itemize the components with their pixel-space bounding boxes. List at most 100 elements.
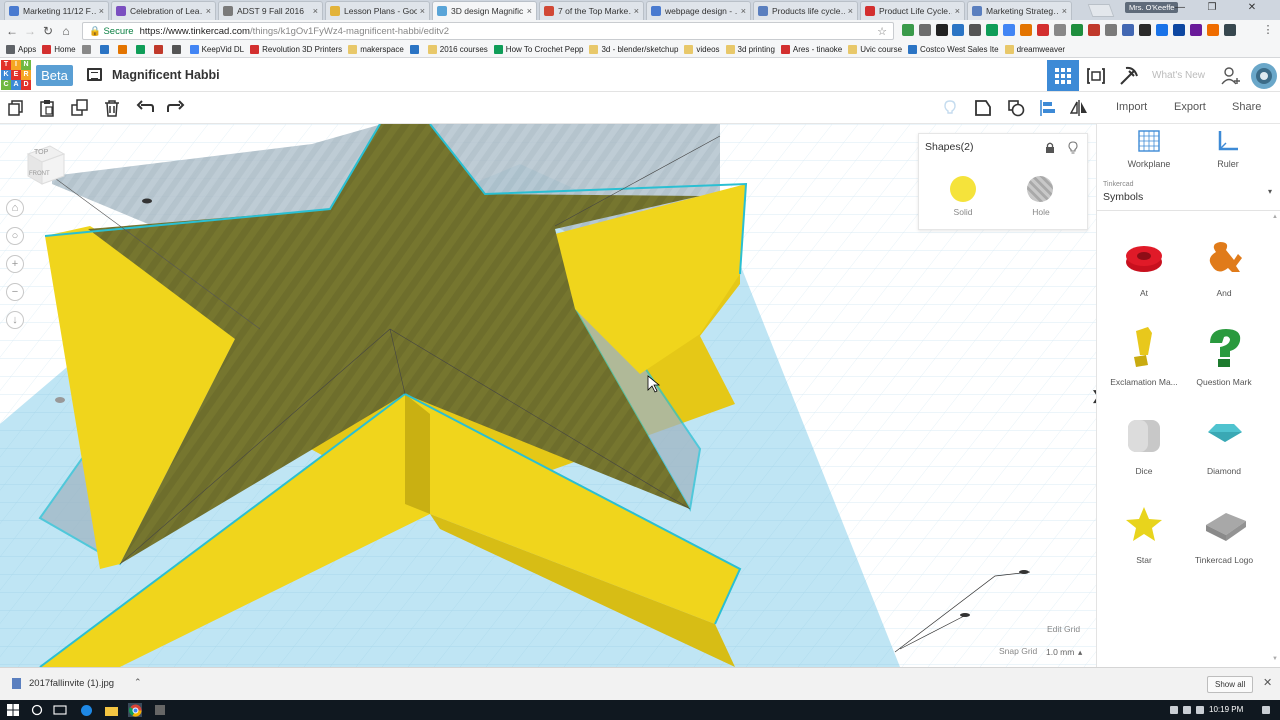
extension-icon[interactable] [919, 24, 931, 36]
snap-grid-arrow-icon[interactable]: ▴ [1078, 647, 1082, 658]
whats-new-link[interactable]: What's New [1152, 70, 1205, 81]
tab-close-icon[interactable]: × [741, 6, 746, 16]
shape-logo[interactable]: Tinkercad Logo [1182, 503, 1266, 565]
share-button[interactable]: Share [1232, 101, 1261, 113]
browser-tab[interactable]: 7 of the Top Marke… × [539, 1, 644, 20]
extension-icon[interactable] [952, 24, 964, 36]
bookmark-item[interactable] [117, 45, 130, 54]
avatar[interactable] [1248, 60, 1280, 91]
design-title[interactable]: Magnificent Habbi [112, 68, 220, 82]
close-download-bar-button[interactable]: ✕ [1263, 676, 1272, 689]
note-button[interactable] [940, 98, 960, 118]
bookmark-item[interactable]: Apps [6, 45, 36, 54]
bookmark-star-icon[interactable]: ☆ [877, 25, 887, 38]
tab-close-icon[interactable]: × [313, 6, 318, 16]
browser-tab[interactable]: Product Life Cycle… × [860, 1, 965, 20]
shape-at[interactable]: At [1102, 236, 1186, 298]
shape-exclamation[interactable]: Exclamation Ma... [1102, 325, 1186, 387]
3d-view-button[interactable] [1047, 60, 1079, 91]
chevron-down-icon[interactable]: ▾ [1268, 187, 1272, 196]
extension-icon[interactable] [1105, 24, 1117, 36]
tab-close-icon[interactable]: × [99, 6, 104, 16]
start-button[interactable] [6, 703, 20, 717]
new-tab-button[interactable] [1087, 4, 1115, 17]
import-button[interactable]: Import [1116, 101, 1147, 113]
home-view-button[interactable]: ⌂ [6, 199, 24, 217]
view-cube[interactable]: TOP FRONT [26, 140, 66, 185]
extension-icon[interactable] [986, 24, 998, 36]
hole-swatch[interactable] [1027, 176, 1053, 202]
workplane-tool[interactable]: Workplane [1119, 129, 1179, 169]
chrome-menu-icon[interactable]: ⋮ [1262, 24, 1274, 36]
forward-button[interactable]: → [21, 24, 39, 38]
tab-close-icon[interactable]: × [1062, 6, 1067, 16]
close-window-button[interactable]: ✕ [1240, 2, 1264, 13]
shape-diamond[interactable]: Diamond [1182, 414, 1266, 476]
bookmark-folder[interactable]: makerspace [348, 45, 404, 54]
secure-indicator[interactable]: 🔒 Secure [89, 26, 134, 37]
bookmark-item[interactable] [153, 45, 166, 54]
tray-chevron-icon[interactable] [1170, 706, 1178, 714]
solid-color-swatch[interactable] [950, 176, 976, 202]
tab-close-icon[interactable]: × [848, 6, 853, 16]
download-item[interactable]: 2017fallinvite (1).jpg [12, 678, 114, 689]
blocks-button[interactable] [1080, 60, 1112, 91]
extension-icon[interactable] [1207, 24, 1219, 36]
extension-icon[interactable] [1122, 24, 1134, 36]
bookmark-item[interactable]: Ares - tinaoke [780, 45, 842, 54]
system-clock[interactable]: 10:19 PM [1209, 705, 1243, 714]
lego-bricks-button[interactable] [1113, 60, 1145, 91]
browser-tab[interactable]: webpage design - … × [646, 1, 751, 20]
fit-view-button[interactable]: ○ [6, 227, 24, 245]
tab-close-icon[interactable]: × [634, 6, 639, 16]
bookmark-item[interactable]: Costco West Sales Ite [908, 45, 999, 54]
bookmark-item[interactable] [99, 45, 112, 54]
extension-icon[interactable] [1071, 24, 1083, 36]
extension-icon[interactable] [1037, 24, 1049, 36]
lock-icon[interactable] [1045, 142, 1055, 154]
lightbulb-icon[interactable] [1068, 141, 1078, 154]
tab-close-icon[interactable]: × [955, 6, 960, 16]
extension-icon[interactable] [1003, 24, 1015, 36]
redo-button[interactable] [166, 98, 186, 118]
minimize-button[interactable]: — [1168, 2, 1192, 13]
bookmark-item[interactable]: Home [42, 45, 76, 54]
bookmark-folder[interactable]: dreamweaver [1004, 45, 1065, 54]
copy-button[interactable] [6, 98, 26, 118]
address-bar[interactable]: 🔒 Secure https://www.tinkercad.com/thing… [82, 22, 894, 40]
browser-tab[interactable]: Marketing 11/12 F… × [4, 1, 109, 20]
tinkercad-logo[interactable]: T I N K E R C A D [1, 60, 31, 90]
notifications-icon[interactable] [1262, 706, 1270, 714]
bookmark-folder[interactable]: 3d - blender/sketchup [589, 45, 678, 54]
shape-and[interactable]: And [1182, 236, 1266, 298]
bookmark-folder[interactable]: 2016 courses [427, 45, 488, 54]
browser-tab[interactable]: ADST 9 Fall 2016 × [218, 1, 323, 20]
browser-tab[interactable]: Lesson Plans - Goo…× [325, 1, 430, 20]
edge-taskbar-button[interactable] [79, 703, 93, 717]
design-menu-icon[interactable] [87, 68, 102, 81]
extension-icon[interactable] [1020, 24, 1032, 36]
extension-icon[interactable] [902, 24, 914, 36]
browser-tab[interactable]: 3D design Magnific… × [432, 1, 537, 20]
shape-dice[interactable]: Dice [1102, 414, 1186, 476]
bookmark-item[interactable] [135, 45, 148, 54]
ruler-tool[interactable]: Ruler [1198, 129, 1258, 169]
extension-icon[interactable] [1088, 24, 1100, 36]
add-user-button[interactable] [1215, 60, 1247, 91]
browser-tab[interactable]: Products life cycle… × [753, 1, 858, 20]
bookmark-item[interactable]: KeepVid DL [189, 45, 244, 54]
extension-icon[interactable] [936, 24, 948, 36]
align-button[interactable] [1038, 98, 1058, 118]
scroll-up-icon[interactable]: ▲ [1272, 214, 1278, 220]
extension-icon[interactable] [969, 24, 981, 36]
bookmark-folder[interactable]: Uvic course [848, 45, 902, 54]
shape-question[interactable]: Question Mark [1182, 325, 1266, 387]
export-button[interactable]: Export [1174, 101, 1206, 113]
bookmark-item[interactable] [171, 45, 184, 54]
bookmark-item[interactable] [81, 45, 94, 54]
edit-grid-button[interactable]: Edit Grid [1047, 624, 1080, 634]
undo-button[interactable] [135, 98, 155, 118]
height-handle[interactable] [142, 198, 152, 204]
show-all-downloads-button[interactable]: Show all [1207, 676, 1254, 693]
network-icon[interactable] [1183, 706, 1191, 714]
